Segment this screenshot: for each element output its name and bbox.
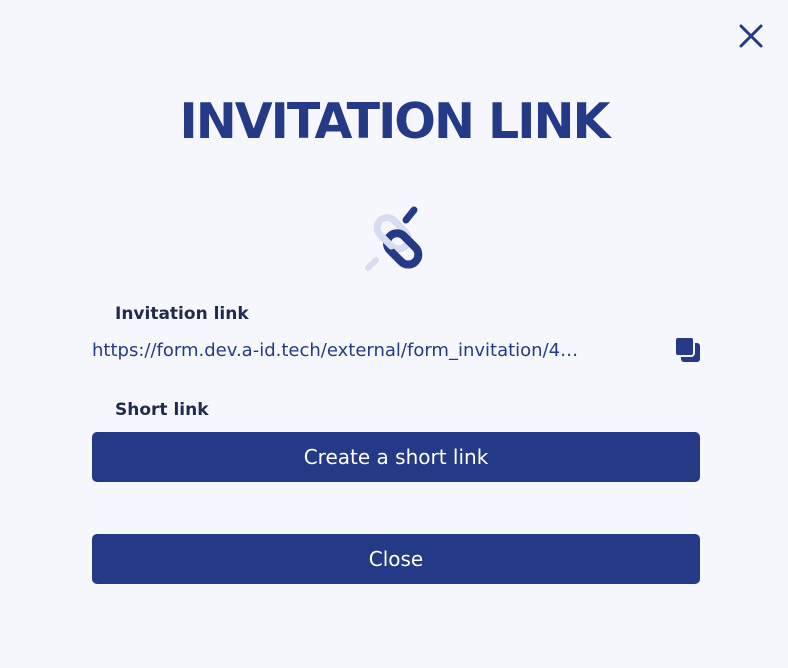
create-short-link-button[interactable]: Create a short link	[92, 432, 700, 482]
invitation-link-label: Invitation link	[115, 304, 249, 324]
invitation-link-dialog: INVITATION LINK Invitation link https://…	[0, 0, 788, 668]
chain-link-icon	[365, 206, 423, 271]
invitation-link-url[interactable]: https://form.dev.a-id.tech/external/form…	[92, 339, 656, 363]
copy-icon[interactable]	[672, 334, 704, 366]
close-icon[interactable]	[733, 18, 769, 54]
short-link-label: Short link	[115, 400, 209, 420]
close-button[interactable]: Close	[92, 534, 700, 584]
dialog-title: INVITATION LINK	[179, 93, 611, 150]
